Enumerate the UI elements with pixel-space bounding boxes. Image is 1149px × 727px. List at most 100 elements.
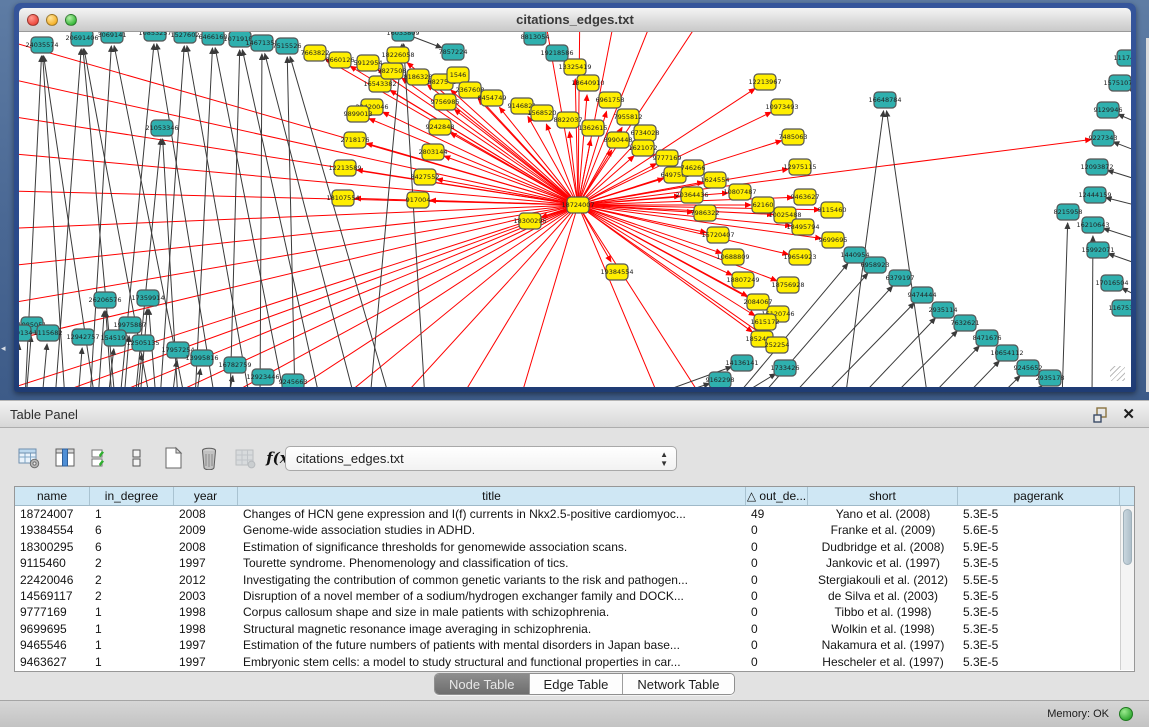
- graph-edge[interactable]: [887, 111, 928, 387]
- graph-node[interactable]: 1117438: [1114, 50, 1131, 66]
- table-row[interactable]: 2242004622012Investigating the contribut…: [15, 572, 1134, 588]
- graph-edge[interactable]: [1113, 142, 1131, 158]
- graph-node[interactable]: 7986322: [691, 205, 720, 221]
- graph-node[interactable]: 2935178: [1036, 370, 1065, 386]
- graph-node[interactable]: 15992071: [1081, 242, 1114, 258]
- graph-edge[interactable]: [370, 44, 402, 387]
- graph-node[interactable]: 1545191: [101, 330, 130, 346]
- table-row[interactable]: 911546021997Tourette syndrome. Phenomeno…: [15, 555, 1134, 571]
- graph-node[interactable]: 252254: [765, 337, 790, 353]
- column-header-1[interactable]: in_degree: [90, 487, 174, 505]
- close-panel-icon[interactable]: ✕: [1122, 405, 1135, 423]
- table-row[interactable]: 1938455462009Genome-wide association stu…: [15, 522, 1134, 538]
- graph-edge[interactable]: [265, 54, 355, 387]
- select-columns-icon[interactable]: [52, 445, 78, 471]
- graph-node[interactable]: 7515526: [273, 38, 302, 54]
- graph-node[interactable]: 9245663: [279, 374, 308, 387]
- graph-node[interactable]: 18107554: [326, 190, 359, 206]
- graph-node[interactable]: 1615172: [751, 314, 780, 330]
- graph-node[interactable]: 26206576: [88, 292, 121, 308]
- table-settings-icon[interactable]: [16, 445, 42, 471]
- graph-node[interactable]: 12975115: [783, 159, 816, 175]
- graph-node[interactable]: 21053346: [145, 120, 178, 136]
- graph-edge[interactable]: [19, 150, 578, 205]
- graph-node[interactable]: 8813054: [521, 32, 550, 45]
- graph-node[interactable]: 18226058: [381, 47, 414, 63]
- table-row[interactable]: 946554611997Estimation of the future num…: [15, 637, 1134, 653]
- graph-edge[interactable]: [157, 44, 215, 387]
- graph-node[interactable]: 2718176: [341, 132, 370, 148]
- graph-node[interactable]: 6958923: [861, 257, 890, 273]
- graph-edge[interactable]: [1129, 89, 1131, 105]
- graph-edge[interactable]: [160, 205, 578, 387]
- graph-node[interactable]: 10853257: [138, 32, 171, 41]
- graph-node[interactable]: 7663822: [301, 45, 330, 61]
- graph-node[interactable]: 6379197: [886, 270, 915, 286]
- graph-node[interactable]: 12505135: [126, 335, 159, 351]
- graph-node[interactable]: 10688809: [716, 249, 749, 265]
- table-header-row[interactable]: namein_degreeyeartitle△ out_de...shortpa…: [15, 487, 1134, 506]
- network-window-titlebar[interactable]: citations_edges.txt: [19, 8, 1131, 32]
- table-body[interactable]: 1872400712008Changes of HCN gene express…: [15, 506, 1134, 670]
- canvas-resize-handle[interactable]: [1110, 366, 1125, 381]
- graph-node[interactable]: 8471676: [973, 330, 1002, 346]
- scrollbar-thumb[interactable]: [1123, 509, 1132, 565]
- float-panel-icon[interactable]: [1093, 407, 1109, 423]
- network-canvas[interactable]: 1872400718107554122135892718176224200469…: [19, 32, 1131, 387]
- graph-node[interactable]: 1527602: [171, 32, 200, 43]
- graph-edge[interactable]: [260, 54, 262, 387]
- graph-node[interactable]: 12213967: [748, 74, 781, 90]
- graph-node[interactable]: 939134: [19, 325, 32, 341]
- tab-network-table[interactable]: Network Table: [623, 674, 733, 694]
- graph-node[interactable]: 24035574: [25, 37, 58, 53]
- graph-node[interactable]: 1167533: [1109, 300, 1131, 316]
- graph-node[interactable]: 10654112: [990, 345, 1023, 361]
- graph-node[interactable]: 9899013: [344, 106, 373, 122]
- graph-node[interactable]: 16648784: [868, 92, 901, 108]
- column-header-4[interactable]: △ out_de...: [746, 487, 808, 505]
- graph-node[interactable]: 8660126: [326, 52, 355, 68]
- table-scrollbar[interactable]: [1120, 506, 1134, 670]
- graph-node[interactable]: 15751074: [1103, 75, 1131, 91]
- graph-node[interactable]: 7632621: [951, 315, 980, 331]
- graph-node[interactable]: 16033809: [386, 32, 419, 41]
- tab-edge-table[interactable]: Edge Table: [530, 674, 624, 694]
- graph-edge[interactable]: [1106, 198, 1131, 210]
- graph-node[interactable]: 917004: [406, 192, 431, 208]
- graph-edge[interactable]: [369, 119, 578, 205]
- graph-node[interactable]: 10807487: [723, 184, 756, 200]
- graph-edge[interactable]: [78, 348, 82, 387]
- graph-node[interactable]: 8454749: [478, 90, 507, 106]
- graph-edge[interactable]: [1108, 254, 1131, 270]
- graph-node[interactable]: 6961758: [596, 92, 625, 108]
- graph-edge[interactable]: [220, 205, 578, 387]
- graph-edge[interactable]: [860, 346, 979, 387]
- graph-node[interactable]: 3069141: [98, 32, 127, 43]
- graph-node[interactable]: 746266: [681, 160, 706, 176]
- graph-node[interactable]: 7485063: [779, 129, 808, 145]
- delete-icon[interactable]: [196, 445, 222, 471]
- graph-node[interactable]: 6734028: [631, 125, 660, 141]
- graph-node[interactable]: 8215958: [1054, 204, 1083, 220]
- graph-edge[interactable]: [42, 344, 47, 387]
- graph-node[interactable]: 9463627: [791, 189, 820, 205]
- graph-node[interactable]: 12213589: [328, 160, 361, 176]
- graph-edge[interactable]: [450, 133, 578, 205]
- graph-node[interactable]: 7955812: [614, 109, 643, 125]
- graph-node[interactable]: 19384554: [600, 264, 633, 280]
- graph-node[interactable]: 8427552: [411, 169, 440, 185]
- graph-node[interactable]: 5912954: [354, 55, 383, 71]
- graph-edge[interactable]: [287, 57, 295, 387]
- graph-node[interactable]: 9777169: [653, 150, 682, 166]
- column-header-5[interactable]: short: [808, 487, 958, 505]
- graph-node[interactable]: 9115460: [818, 202, 847, 218]
- graph-node[interactable]: 1733426: [771, 360, 800, 376]
- graph-node[interactable]: 9129946: [1094, 102, 1123, 118]
- table-row[interactable]: 946362711997Embryonic stem cells: a mode…: [15, 654, 1134, 670]
- column-header-6[interactable]: pagerank: [958, 487, 1120, 505]
- graph-node[interactable]: 20691406: [65, 32, 98, 46]
- graph-edge[interactable]: [880, 361, 999, 387]
- graph-node[interactable]: 1115682: [34, 325, 63, 341]
- graph-node[interactable]: 12093872: [1080, 159, 1113, 175]
- graph-edge[interactable]: [900, 376, 1020, 387]
